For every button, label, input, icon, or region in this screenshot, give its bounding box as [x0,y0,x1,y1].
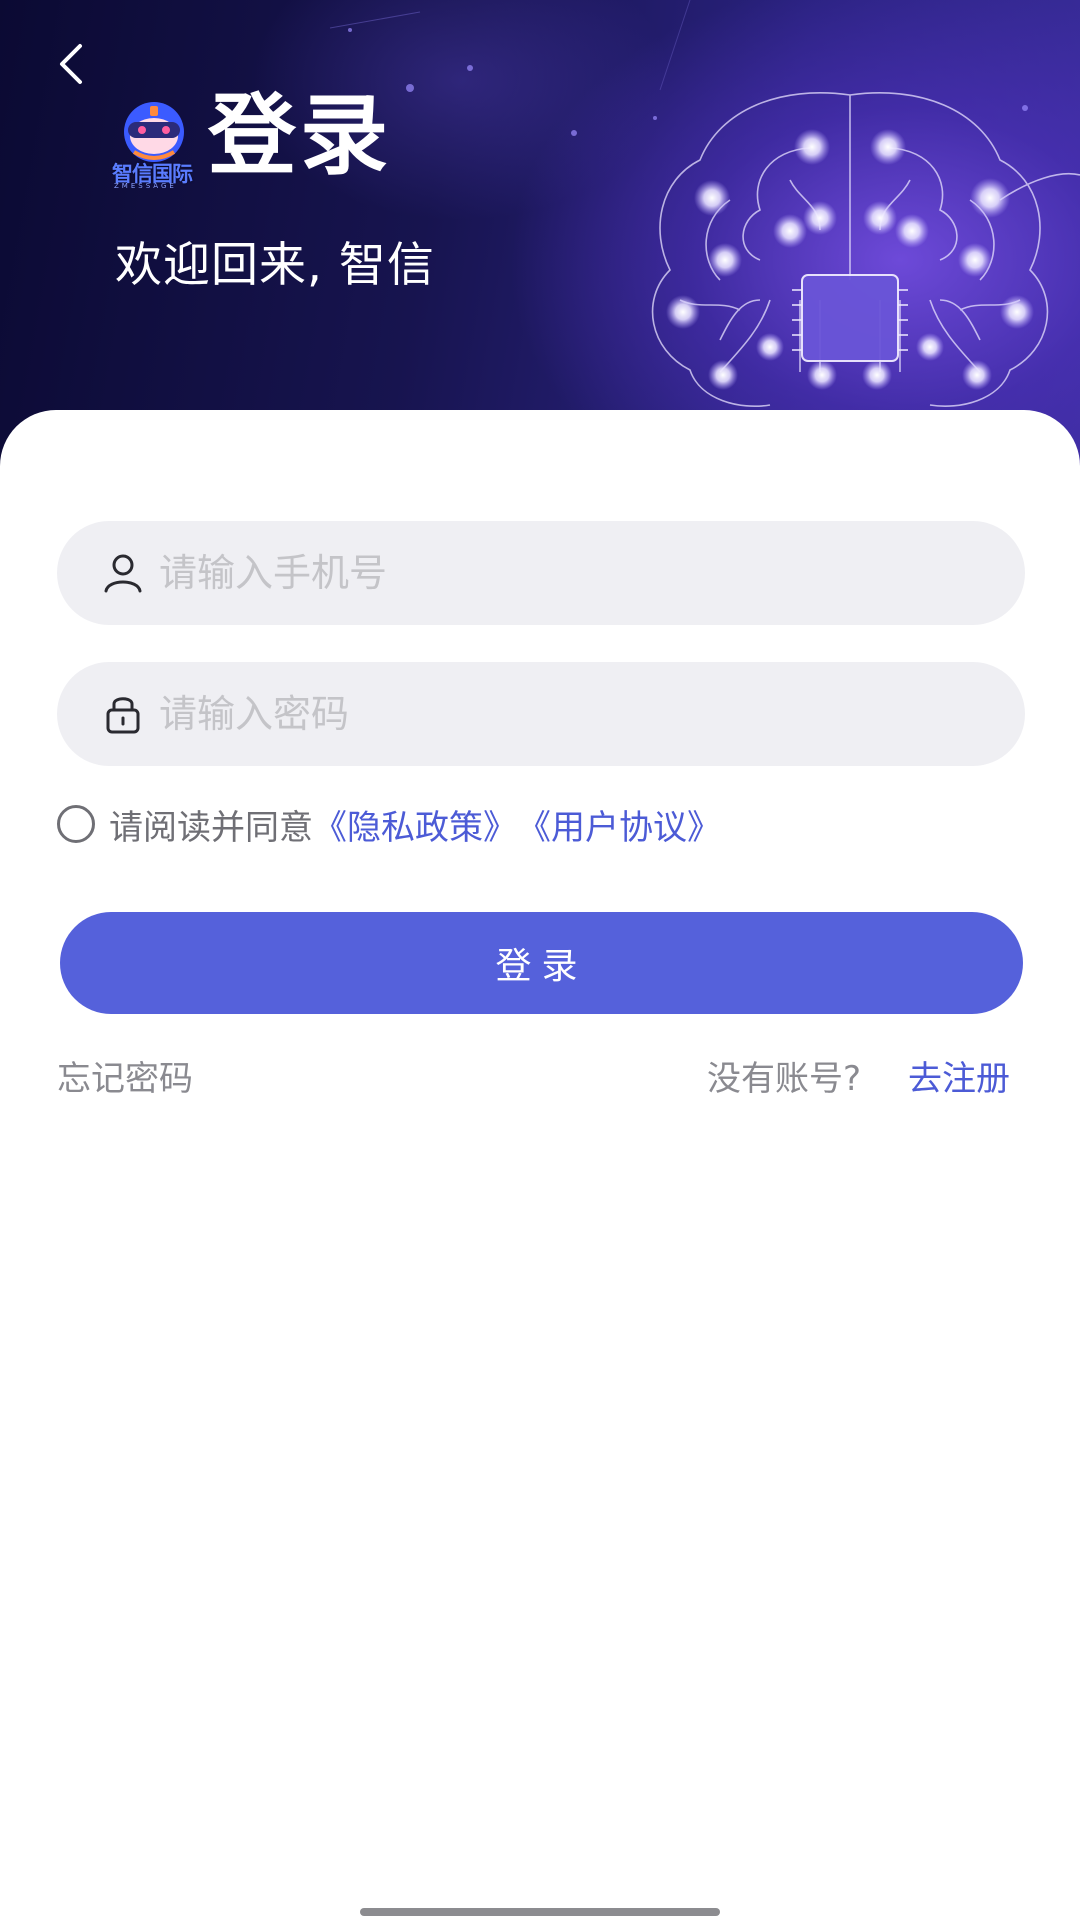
user-icon [104,554,142,593]
no-account-label: 没有账号? [707,1059,862,1099]
home-indicator[interactable] [360,1908,720,1916]
ai-brain-illustration [329,0,1080,408]
back-button[interactable] [44,36,100,92]
privacy-policy-link[interactable]: 《隐私政策》 [313,800,517,849]
welcome-subtitle: 欢迎回来, 智信 [115,238,435,293]
login-screen: 智信国际 ZMESSAGE 登录 欢迎回来, 智信 请阅读并同意 《隐私政策》 … [0,0,1080,1920]
forgot-password-link[interactable]: 忘记密码 [57,1051,193,1100]
chevron-left-icon [60,44,82,84]
lock-icon [106,697,140,734]
agreement-text: 请阅读并同意 [109,807,313,848]
register-link[interactable]: 去注册 [908,1051,1010,1100]
header-banner: 智信国际 ZMESSAGE 登录 欢迎回来, 智信 [0,0,1080,470]
page-title: 登录 [208,84,393,187]
radio-unchecked-icon[interactable] [57,805,95,843]
logo-subtext: ZMESSAGE [114,182,177,190]
phone-field[interactable] [57,521,1025,625]
password-input[interactable] [159,684,999,744]
phone-input[interactable] [159,543,999,603]
agreement-row: 请阅读并同意 《隐私政策》 《用户协议》 [57,800,721,849]
login-card [0,410,1080,1920]
login-button[interactable]: 登录 [60,912,1023,1014]
password-field[interactable] [57,662,1025,766]
user-agreement-link[interactable]: 《用户协议》 [517,800,721,849]
